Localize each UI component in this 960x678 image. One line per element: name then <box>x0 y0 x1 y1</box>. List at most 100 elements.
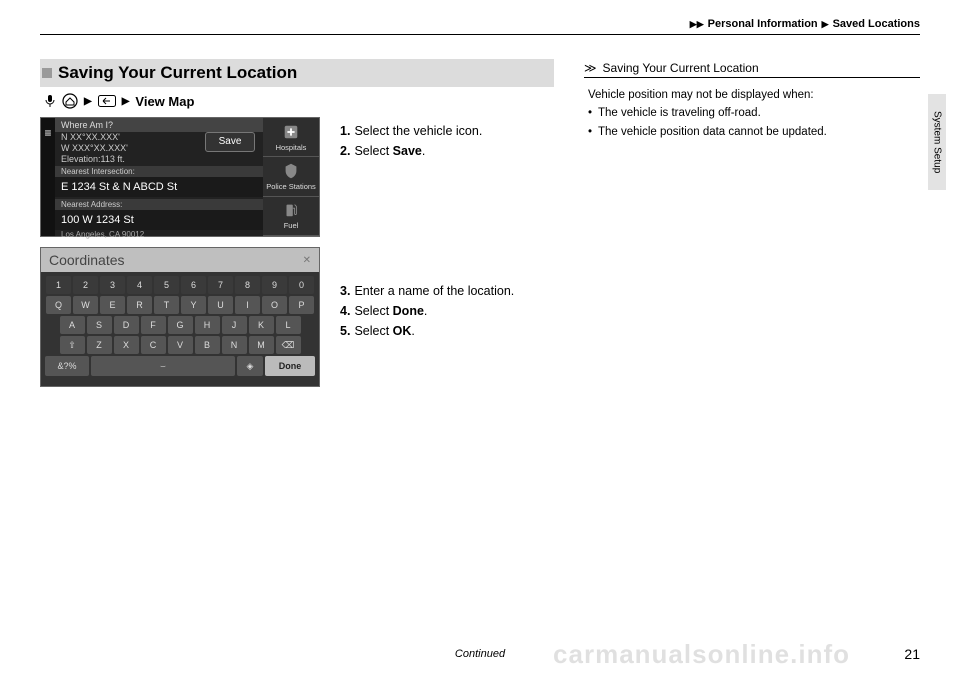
key[interactable]: Y <box>181 296 206 314</box>
breadcrumb-sep-icon: ▶ <box>822 19 829 30</box>
key[interactable]: T <box>154 296 179 314</box>
t-bold: OK <box>393 324 412 338</box>
done-button[interactable]: Done <box>265 356 315 376</box>
key[interactable]: W <box>73 296 98 314</box>
hospitals-button[interactable]: Hospitals <box>263 118 319 157</box>
section-tab: System Setup <box>928 94 946 190</box>
info-bullet-text: The vehicle position data cannot be upda… <box>598 123 827 141</box>
close-icon[interactable]: ✕ <box>303 255 311 266</box>
key[interactable]: O <box>262 296 287 314</box>
keyboard-title: Coordinates <box>49 252 125 268</box>
key-row-2: A S D F G H J K L <box>45 316 315 334</box>
info-heading: ≫ Saving Your Current Location <box>584 61 920 78</box>
key[interactable]: 2 <box>73 276 98 294</box>
key[interactable]: U <box>208 296 233 314</box>
key[interactable]: 5 <box>154 276 179 294</box>
breadcrumb-sep-icon: ▶▶ <box>690 19 704 30</box>
step-2: 2. Select Save. <box>340 141 554 161</box>
key-row-bottom: &?% ⌣ ◈ Done <box>45 356 315 376</box>
menu-icon[interactable]: ≡ <box>41 118 55 236</box>
t: Select <box>354 304 392 318</box>
key[interactable]: 0 <box>289 276 314 294</box>
step-text: Select Save. <box>354 141 425 161</box>
step-4: 4. Select Done. <box>340 301 554 321</box>
save-button[interactable]: Save <box>205 132 255 152</box>
step-num: 5. <box>340 321 350 341</box>
info-bullet: • The vehicle position data cannot be up… <box>588 123 920 141</box>
t: Select <box>354 144 392 158</box>
step-text: Select the vehicle icon. <box>354 121 482 141</box>
symbols-key[interactable]: &?% <box>45 356 89 376</box>
voice-icon <box>44 94 56 108</box>
key[interactable]: Q <box>46 296 71 314</box>
fuel-button[interactable]: Fuel <box>263 197 319 236</box>
section-title-text: Saving Your Current Location <box>58 63 297 83</box>
key[interactable]: N <box>222 336 247 354</box>
back-icon <box>98 95 116 107</box>
fuel-icon <box>282 201 300 219</box>
key[interactable]: G <box>168 316 193 334</box>
key[interactable]: I <box>235 296 260 314</box>
key[interactable]: Z <box>87 336 112 354</box>
where-am-i-title: Where Am I? <box>55 118 263 132</box>
key[interactable]: X <box>114 336 139 354</box>
key[interactable]: A <box>60 316 85 334</box>
nearest-address[interactable]: 100 W 1234 St <box>55 210 263 230</box>
bullet-icon: • <box>588 104 592 122</box>
step-3: 3. Enter a name of the location. <box>340 281 554 301</box>
key[interactable]: M <box>249 336 274 354</box>
hospital-icon <box>282 123 300 141</box>
hospitals-label: Hospitals <box>276 143 307 152</box>
key[interactable]: 4 <box>127 276 152 294</box>
nearest-intersection[interactable]: E 1234 St & N ABCD St <box>55 177 263 197</box>
police-label: Police Stations <box>266 182 316 191</box>
police-icon <box>282 162 300 180</box>
note-icon: ≫ <box>584 61 597 75</box>
key[interactable]: 7 <box>208 276 233 294</box>
step-text: Select Done. <box>354 301 427 321</box>
key[interactable]: P <box>289 296 314 314</box>
key[interactable]: D <box>114 316 139 334</box>
key[interactable]: S <box>87 316 112 334</box>
key[interactable]: K <box>249 316 274 334</box>
key-row-3: ⇧ Z X C V B N M ⌫ <box>45 336 315 354</box>
police-button[interactable]: Police Stations <box>263 157 319 196</box>
info-bullet-text: The vehicle is traveling off-road. <box>598 104 761 122</box>
bullet-icon: • <box>588 123 592 141</box>
key-row-num: 1 2 3 4 5 6 7 8 9 0 <box>45 276 315 294</box>
backspace-key[interactable]: ⌫ <box>276 336 301 354</box>
nav-path: ▶ ▶ View Map <box>40 93 554 109</box>
key[interactable]: R <box>127 296 152 314</box>
t-bold: Done <box>393 304 424 318</box>
step-5: 5. Select OK. <box>340 321 554 341</box>
key[interactable]: E <box>100 296 125 314</box>
key[interactable]: C <box>141 336 166 354</box>
fuel-label: Fuel <box>284 221 299 230</box>
mic-key[interactable]: ◈ <box>237 356 263 376</box>
section-title: Saving Your Current Location <box>40 59 554 87</box>
t-bold: Save <box>393 144 422 158</box>
nearest-intersection-label: Nearest Intersection: <box>55 166 263 177</box>
key[interactable]: V <box>168 336 193 354</box>
key[interactable]: L <box>276 316 301 334</box>
key[interactable]: 9 <box>262 276 287 294</box>
step-num: 2. <box>340 141 350 161</box>
key[interactable]: 8 <box>235 276 260 294</box>
info-heading-text: Saving Your Current Location <box>603 61 759 75</box>
home-icon <box>62 93 78 109</box>
key[interactable]: 6 <box>181 276 206 294</box>
t: Select <box>354 324 392 338</box>
shift-key[interactable]: ⇧ <box>60 336 85 354</box>
space-key[interactable]: ⌣ <box>91 356 235 376</box>
square-bullet-icon <box>42 68 52 78</box>
section-tab-label: System Setup <box>932 111 943 173</box>
key[interactable]: 3 <box>100 276 125 294</box>
step-num: 1. <box>340 121 350 141</box>
page-number: 21 <box>904 646 920 662</box>
breadcrumb-2: Saved Locations <box>833 18 920 30</box>
key[interactable]: J <box>222 316 247 334</box>
key[interactable]: 1 <box>46 276 71 294</box>
key[interactable]: B <box>195 336 220 354</box>
key[interactable]: H <box>195 316 220 334</box>
key[interactable]: F <box>141 316 166 334</box>
